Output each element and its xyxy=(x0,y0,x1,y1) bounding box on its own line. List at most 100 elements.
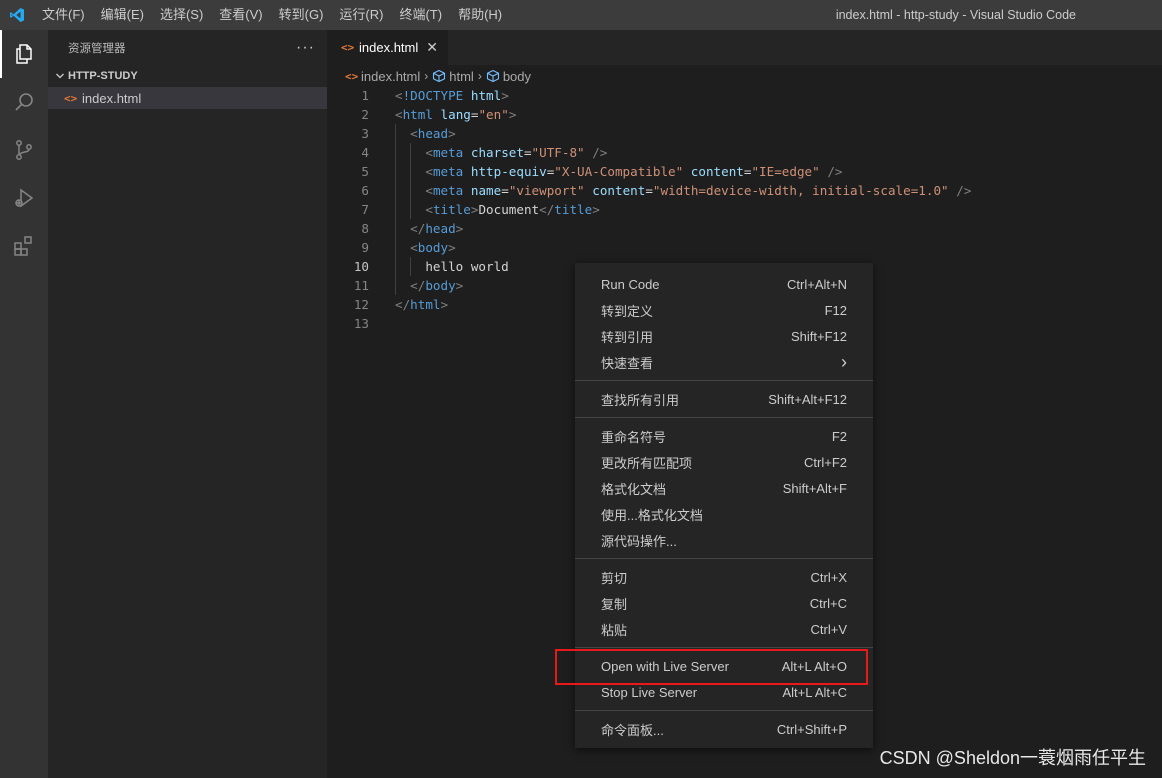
menu-item[interactable]: 运行(R) xyxy=(331,0,391,30)
code-text: <!DOCTYPE html> xyxy=(369,86,509,105)
line-number: 3 xyxy=(361,126,369,141)
code-token: html xyxy=(402,107,433,122)
context-menu-item[interactable]: 命令面板... Ctrl+Shift+P xyxy=(575,716,873,742)
extensions-icon[interactable] xyxy=(0,222,48,270)
indent-guide xyxy=(395,181,396,200)
indent-guide xyxy=(395,238,396,257)
menu-item-shortcut: F2 xyxy=(831,428,847,444)
context-menu-item[interactable]: 格式化文档 Shift+Alt+F xyxy=(575,475,873,501)
menu-item-label: 复制 xyxy=(601,596,628,612)
context-menu-item[interactable]: 转到定义 F12 xyxy=(575,297,873,323)
menu-item-label: 转到引用 xyxy=(601,329,654,345)
code-token: /> xyxy=(592,145,608,160)
code-token: = xyxy=(523,145,532,160)
code-text: <html lang="en"> xyxy=(369,105,516,124)
code-line[interactable]: 9 <body> xyxy=(327,238,1162,257)
code-text: <title>Document</title> xyxy=(369,200,600,219)
code-token: charset xyxy=(470,145,524,160)
code-token: hello world xyxy=(425,259,509,274)
menu-item[interactable]: 转到(G) xyxy=(271,0,332,30)
menu-item[interactable]: 终端(T) xyxy=(391,0,450,30)
code-token: > xyxy=(501,88,509,103)
line-number: 8 xyxy=(361,221,369,236)
search-icon[interactable] xyxy=(0,78,48,126)
code-token: > xyxy=(448,240,456,255)
code-text: </html> xyxy=(369,295,448,314)
code-line[interactable]: 2 <html lang="en"> xyxy=(327,105,1162,124)
menu-item-shortcut: Ctrl+V xyxy=(810,621,847,637)
code-token: < xyxy=(410,240,418,255)
context-menu-item[interactable]: 更改所有匹配项 Ctrl+F2 xyxy=(575,449,873,475)
code-text: <meta charset="UTF-8" /> xyxy=(369,143,607,162)
more-actions-icon[interactable]: ··· xyxy=(296,39,315,55)
code-token: < xyxy=(410,126,418,141)
line-number: 9 xyxy=(361,240,369,255)
code-text: hello world xyxy=(369,257,509,276)
code-token: < xyxy=(425,145,433,160)
context-menu-item[interactable]: 快速查看 › xyxy=(575,349,873,375)
code-line[interactable]: 1 <!DOCTYPE html> xyxy=(327,86,1162,105)
context-menu-item[interactable]: 查找所有引用 Shift+Alt+F12 xyxy=(575,386,873,412)
menu-item[interactable]: 文件(F) xyxy=(34,0,93,30)
menu-item-label: 查找所有引用 xyxy=(601,392,680,408)
menu-item-shortcut: Shift+F12 xyxy=(790,328,847,344)
run-debug-icon[interactable] xyxy=(0,174,48,222)
code-token: content xyxy=(592,183,646,198)
code-text: <meta http-equiv="X-UA-Compatible" conte… xyxy=(369,162,842,181)
context-menu-item[interactable]: 粘贴 Ctrl+V xyxy=(575,616,873,642)
file-item-index-html[interactable]: <> index.html xyxy=(48,87,327,109)
code-text: <meta name="viewport" content="width=dev… xyxy=(369,181,971,200)
line-number: 4 xyxy=(361,145,369,160)
folder-http-study[interactable]: HTTP-STUDY xyxy=(48,65,327,87)
code-line[interactable]: 8 </head> xyxy=(327,219,1162,238)
breadcrumb-file[interactable]: <> index.html xyxy=(345,69,420,84)
menu-item-shortcut: Ctrl+X xyxy=(810,569,847,585)
code-token: = xyxy=(501,183,509,198)
source-control-icon[interactable] xyxy=(0,126,48,174)
code-line[interactable]: 6 <meta name="viewport" content="width=d… xyxy=(327,181,1162,200)
chevron-down-icon xyxy=(52,71,68,81)
explorer-icon[interactable] xyxy=(0,30,48,78)
tab-index-html[interactable]: <> index.html ✕ xyxy=(327,30,448,65)
line-number: 13 xyxy=(353,316,369,331)
code-line[interactable]: 7 <title>Document</title> xyxy=(327,200,1162,219)
context-menu-item[interactable]: 重命名符号 F2 xyxy=(575,423,873,449)
code-token: "en" xyxy=(478,107,509,122)
line-number: 11 xyxy=(353,278,369,293)
breadcrumb-body[interactable]: body xyxy=(486,69,531,84)
menu-item-label: 格式化文档 xyxy=(601,481,667,497)
menu-item[interactable]: 编辑(E) xyxy=(93,0,152,30)
indent-guide xyxy=(395,162,396,181)
code-line[interactable]: 4 <meta charset="UTF-8" /> xyxy=(327,143,1162,162)
menu-item[interactable]: 查看(V) xyxy=(211,0,270,30)
code-token: > xyxy=(508,107,517,122)
menu-item-label: 剪切 xyxy=(601,570,628,586)
menu-item[interactable]: 选择(S) xyxy=(152,0,211,30)
code-token: > xyxy=(592,202,600,217)
context-menu-item[interactable]: 复制 Ctrl+C xyxy=(575,590,873,616)
code-token: "width=device-width, initial-scale=1.0" xyxy=(652,183,949,198)
code-token: meta xyxy=(432,183,464,198)
code-line[interactable]: 3 <head> xyxy=(327,124,1162,143)
breadcrumb-html[interactable]: html xyxy=(432,69,474,84)
close-icon[interactable]: ✕ xyxy=(426,39,438,56)
menu-separator xyxy=(575,553,873,564)
context-menu-item[interactable]: 转到引用 Shift+F12 xyxy=(575,323,873,349)
context-menu-item[interactable]: 源代码操作... xyxy=(575,527,873,553)
context-menu-item[interactable]: 使用...格式化文档 xyxy=(575,501,873,527)
symbol-element-icon xyxy=(486,69,499,83)
html-file-icon: <> xyxy=(341,41,355,54)
indent-guide xyxy=(395,200,396,219)
vscode-logo-icon[interactable] xyxy=(0,0,34,30)
indent-guide xyxy=(410,200,412,219)
context-menu-item[interactable]: Run Code Ctrl+Alt+N xyxy=(575,271,873,297)
menu-item[interactable]: 帮助(H) xyxy=(450,0,510,30)
code-line[interactable]: 5 <meta http-equiv="X-UA-Compatible" con… xyxy=(327,162,1162,181)
code-token: < xyxy=(395,107,403,122)
code-token: body xyxy=(417,240,449,255)
context-menu-item[interactable]: 剪切 Ctrl+X xyxy=(575,564,873,590)
